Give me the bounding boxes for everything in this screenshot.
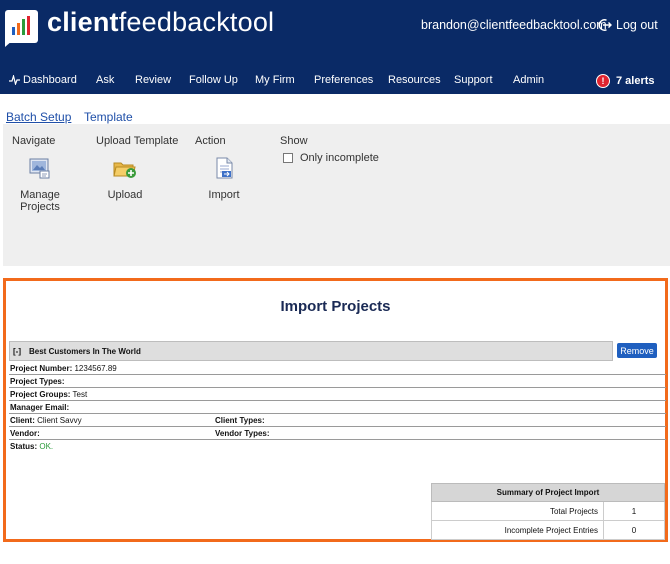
client-label: Client: — [10, 416, 35, 425]
detail-row-project-types: Project Types: — [9, 375, 666, 388]
status-label: Status: — [10, 442, 38, 451]
import-projects-panel: Import Projects [-] Best Customers In Th… — [3, 278, 668, 542]
alerts-button[interactable]: ! 7 alerts — [596, 74, 655, 88]
nav-item-label: Dashboard — [23, 74, 77, 86]
summary-title: Summary of Project Import — [431, 483, 665, 502]
alert-icon: ! — [596, 74, 610, 88]
only-incomplete-option[interactable]: Only incomplete — [283, 152, 379, 164]
table-row: Incomplete Project Entries 0 — [431, 520, 665, 540]
nav-item-follow-up[interactable]: Follow Up — [189, 74, 238, 86]
detail-row-manager-email: Manager Email: — [9, 401, 666, 414]
tab-batch-setup[interactable]: Batch Setup — [6, 110, 71, 124]
detail-row-status: Status: OK. — [9, 440, 666, 453]
logo-speech-tail — [5, 40, 13, 47]
nav-item-my-firm[interactable]: My Firm — [255, 74, 295, 86]
manage-projects-button[interactable]: Manage Projects — [10, 156, 70, 213]
nav-item-ask[interactable]: Ask — [96, 74, 114, 86]
show-title: Show — [280, 135, 308, 147]
import-document-icon — [216, 157, 233, 179]
alerts-label: 7 alerts — [616, 75, 655, 87]
project-groups-value: Test — [72, 390, 88, 399]
summary-total-projects-label: Total Projects — [431, 501, 604, 521]
detail-row-client: Client: Client Savvy Client Types: — [9, 414, 666, 427]
user-email: brandon@clientfeedbacktool.com — [421, 18, 607, 32]
nav-item-review[interactable]: Review — [135, 74, 171, 86]
navigate-title: Navigate — [12, 135, 56, 147]
upload-template-title: Upload Template — [96, 135, 179, 147]
import-button[interactable]: Import — [194, 156, 254, 201]
pulse-icon — [9, 75, 20, 86]
bar-chart-icon — [12, 16, 30, 35]
client-value: Client Savvy — [37, 416, 82, 425]
table-row: Total Projects 1 — [431, 501, 665, 521]
status-value: OK. — [39, 442, 54, 451]
summary-incomplete-label: Incomplete Project Entries — [431, 520, 604, 540]
nav-item-dashboard[interactable]: Dashboard — [9, 74, 77, 86]
only-incomplete-checkbox[interactable] — [283, 153, 293, 163]
only-incomplete-label: Only incomplete — [300, 152, 379, 164]
main-nav: Dashboard Ask Review Follow Up My Firm P… — [0, 66, 670, 94]
project-header[interactable]: [-] Best Customers In The World — [9, 341, 613, 361]
project-number-value: 1234567.89 — [74, 364, 117, 373]
nav-item-preferences[interactable]: Preferences — [314, 74, 373, 86]
project-number-label: Project Number: — [10, 364, 73, 373]
detail-row-project-number: Project Number: 1234567.89 — [9, 362, 666, 375]
remove-button[interactable]: Remove — [617, 343, 657, 358]
toolbar: Navigate Upload Template Action Show Man… — [3, 124, 670, 266]
detail-row-vendor: Vendor: Vendor Types: — [9, 427, 666, 440]
import-label: Import — [208, 189, 240, 201]
logout-label: Log out — [616, 18, 658, 32]
vendor-types-label: Vendor Types: — [215, 429, 270, 438]
brand-wordmark[interactable]: clientfeedbacktool — [47, 7, 274, 38]
tab-template[interactable]: Template — [84, 110, 133, 124]
top-header: clientfeedbacktool brandon@clientfeedbac… — [0, 0, 670, 66]
upload-button[interactable]: Upload — [95, 156, 155, 201]
project-name: Best Customers In The World — [29, 346, 141, 356]
nav-item-support[interactable]: Support — [454, 74, 493, 86]
client-types-label: Client Types: — [215, 416, 265, 425]
summary-incomplete-value: 0 — [603, 520, 665, 540]
vendor-label: Vendor: — [10, 429, 40, 438]
project-types-label: Project Types: — [10, 377, 65, 386]
manager-email-label: Manager Email: — [10, 403, 70, 412]
detail-row-project-groups: Project Groups: Test — [9, 388, 666, 401]
action-title: Action — [195, 135, 226, 147]
upload-label: Upload — [107, 189, 143, 201]
summary-total-projects-value: 1 — [603, 501, 665, 521]
nav-item-admin[interactable]: Admin — [513, 74, 544, 86]
collapse-toggle[interactable]: [-] — [13, 347, 21, 356]
manage-projects-label-line1: Manage — [20, 189, 60, 201]
upload-folder-icon — [113, 162, 136, 178]
logout-icon — [598, 19, 612, 31]
import-projects-title: Import Projects — [280, 298, 391, 315]
manage-projects-icon — [29, 158, 50, 179]
import-summary-table: Summary of Project Import Total Projects… — [431, 483, 665, 540]
logout-button[interactable]: Log out — [598, 16, 658, 34]
manage-projects-label-line2: Projects — [20, 201, 60, 213]
nav-item-resources[interactable]: Resources — [388, 74, 441, 86]
project-groups-label: Project Groups: — [10, 390, 71, 399]
